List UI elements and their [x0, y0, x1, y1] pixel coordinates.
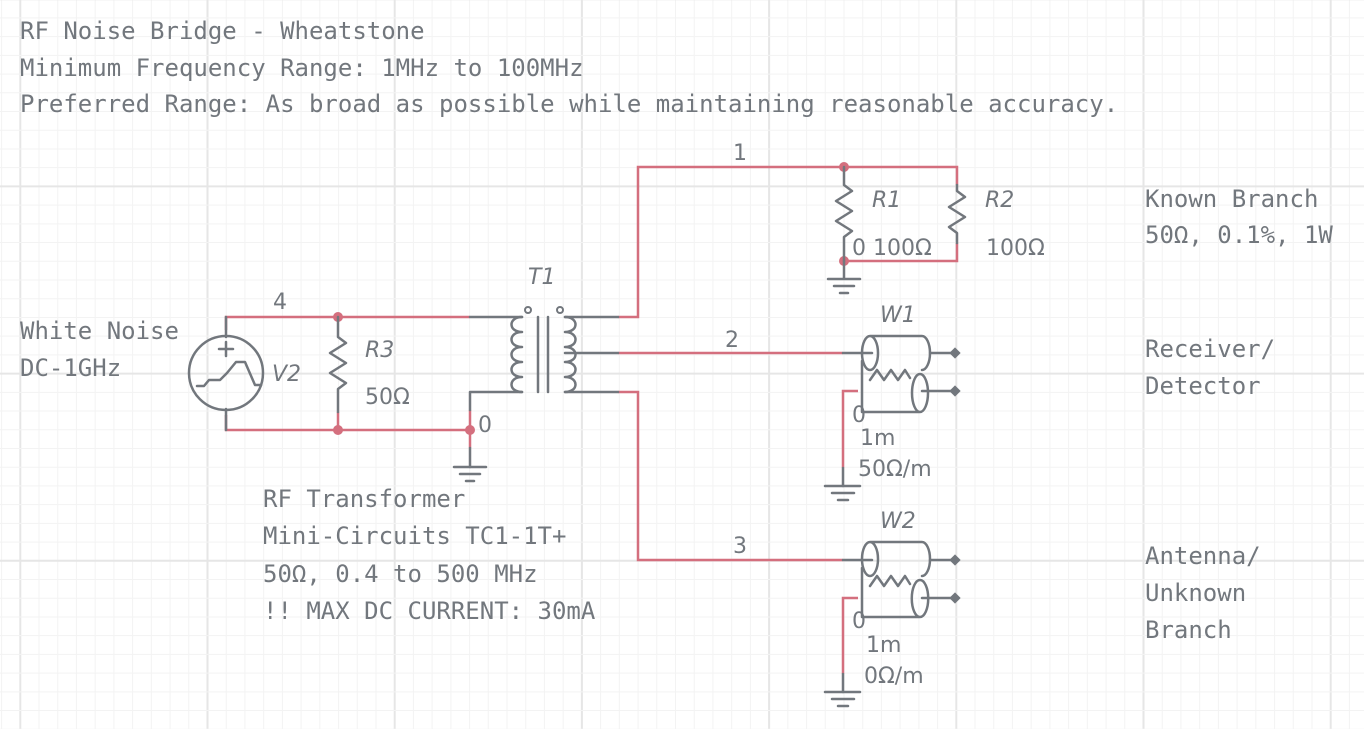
wire-net-4[interactable] [224, 315, 470, 330]
antenna-label-line1: Antenna/ [1145, 542, 1261, 570]
polarity-dot-icon [556, 306, 564, 314]
r1-value: 100Ω [873, 236, 932, 261]
r3-resistor[interactable] [328, 315, 348, 414]
v2-note-line2: DC-1GHz [20, 354, 121, 382]
w1-impedance: 50Ω/m [858, 457, 932, 482]
net-label-2: 2 [725, 328, 739, 353]
net-label-1: 1 [733, 141, 747, 166]
t1-ref: T1 [528, 265, 555, 290]
schematic-canvas[interactable]: RF Noise Bridge - Wheatstone Minimum Fre… [0, 0, 1364, 729]
v2-ref: V2 [272, 362, 301, 387]
r1-ref: R1 [872, 188, 901, 213]
polarity-dot-icon [524, 306, 532, 314]
net-label-0-r1: 0 [852, 236, 866, 261]
antenna-label-line3: Branch [1145, 616, 1232, 644]
receiver-label-line1: Receiver/ [1145, 335, 1275, 363]
w1-ref: W1 [880, 303, 916, 328]
t1-note-line3: 50Ω, 0.4 to 500 MHz [263, 560, 538, 588]
w2-length: 1m [866, 633, 901, 658]
receiver-label-line2: Detector [1145, 372, 1261, 400]
w1-length: 1m [860, 426, 895, 451]
r3-ref: R3 [365, 338, 394, 363]
known-branch-label: Known Branch [1145, 185, 1318, 213]
port-terminal-icon[interactable] [949, 385, 961, 397]
preferred-range-note: Preferred Range: As broad as possible wh… [20, 90, 1118, 118]
t1-note-line4: !! MAX DC CURRENT: 30mA [263, 597, 596, 625]
wire-net-3[interactable] [618, 390, 843, 562]
net-label-0-w1: 0 [852, 403, 866, 428]
resistance-zigzag-icon [868, 574, 912, 588]
r2-ref: R2 [985, 188, 1014, 213]
net-label-3: 3 [733, 534, 747, 559]
antenna-label-line2: Unknown [1145, 579, 1246, 607]
junction-dot [465, 425, 475, 435]
min-frequency-note: Minimum Frequency Range: 1MHz to 100MHz [20, 54, 584, 82]
ground-icon [823, 672, 862, 708]
w2-impedance: 0Ω/m [864, 664, 924, 689]
r2-value: 100Ω [986, 236, 1045, 261]
r3-value: 50Ω [365, 385, 410, 410]
v2-note-line1: White Noise [20, 317, 179, 345]
t1-note-line1: RF Transformer [263, 485, 465, 513]
wire-net-0[interactable] [224, 415, 470, 432]
net-label-0-w2: 0 [852, 609, 866, 634]
resistance-zigzag-icon [868, 368, 912, 382]
schematic-title: RF Noise Bridge - Wheatstone [20, 17, 425, 45]
port-terminal-icon[interactable] [949, 554, 961, 566]
t1-note-line2: Mini-Circuits TC1-1T+ [263, 522, 566, 550]
net-label-0-transformer: 0 [478, 413, 492, 438]
port-terminal-icon[interactable] [949, 347, 961, 359]
known-branch-spec: 50Ω, 0.1%, 1W [1145, 221, 1333, 249]
port-terminal-icon[interactable] [949, 592, 961, 604]
w2-ref: W2 [880, 509, 916, 534]
junction-dot [333, 425, 343, 435]
net-label-4: 4 [273, 290, 287, 315]
ground-icon [823, 466, 862, 502]
